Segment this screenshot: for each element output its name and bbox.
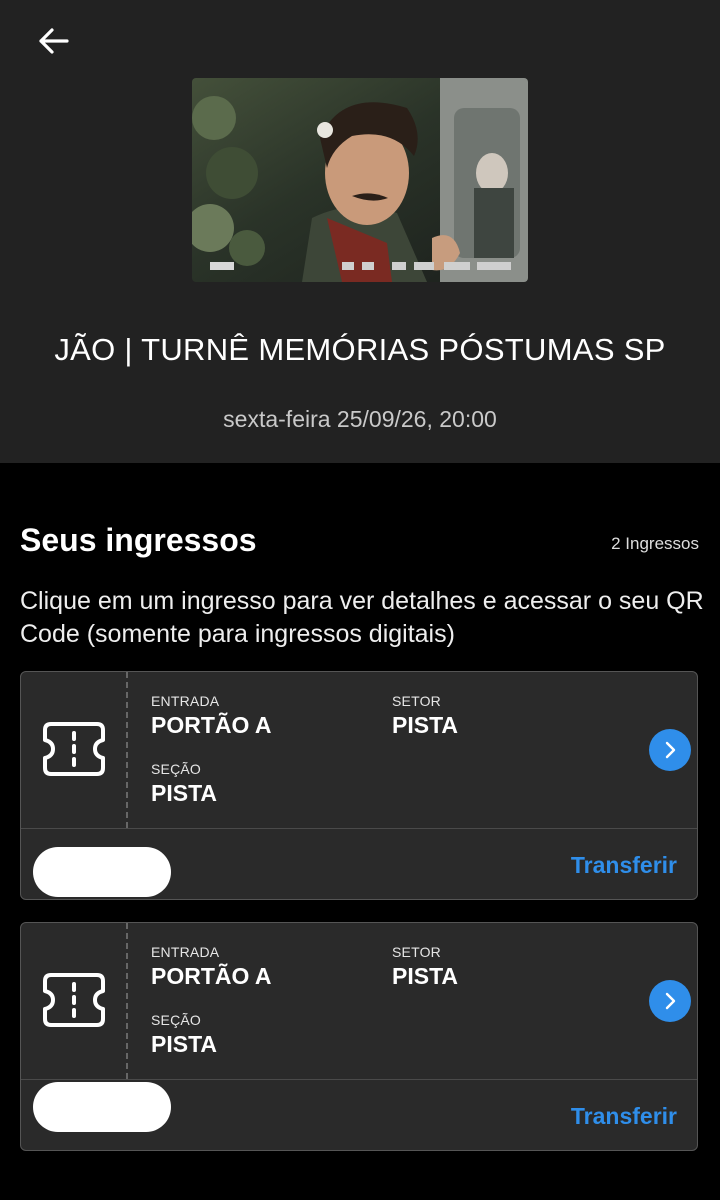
ticket-card[interactable]: ENTRADA PORTÃO A SETOR PISTA SEÇÃO PISTA…: [20, 922, 698, 1151]
ticket-icon: [43, 973, 105, 1027]
event-date: sexta-feira 25/09/26, 20:00: [223, 406, 497, 432]
ticket-card[interactable]: ENTRADA PORTÃO A SETOR PISTA SEÇÃO PISTA…: [20, 671, 698, 900]
ticket-stub-divider: [126, 672, 128, 828]
arrow-left-icon: [39, 28, 69, 54]
event-header: JÃO | TURNÊ MEMÓRIAS PÓSTUMAS SP sexta-f…: [0, 0, 720, 463]
ticket-footer: Transferir: [21, 828, 697, 901]
redacted-holder-name: [33, 1082, 171, 1132]
secao-value: PISTA: [151, 780, 218, 806]
ticket-details[interactable]: ENTRADA PORTÃO A SETOR PISTA SEÇÃO PISTA: [21, 672, 697, 828]
ticket-details[interactable]: ENTRADA PORTÃO A SETOR PISTA SEÇÃO PISTA: [21, 923, 697, 1079]
setor-label: SETOR: [392, 693, 441, 709]
ticket-icon: [43, 722, 105, 776]
ticket-stub-divider: [126, 923, 128, 1079]
chevron-right-icon: [665, 741, 676, 759]
transfer-button[interactable]: Transferir: [571, 1103, 677, 1130]
entrada-value: PORTÃO A: [151, 712, 272, 738]
setor-value: PISTA: [392, 712, 459, 738]
entrada-value: PORTÃO A: [151, 963, 272, 989]
setor-value: PISTA: [392, 963, 459, 989]
event-title: JÃO | TURNÊ MEMÓRIAS PÓSTUMAS SP: [54, 332, 666, 367]
event-poster-image: [192, 78, 528, 282]
setor-label: SETOR: [392, 944, 441, 960]
ticket-footer: Transferir: [21, 1079, 697, 1152]
transfer-button[interactable]: Transferir: [571, 852, 677, 879]
ticket-open-button[interactable]: [649, 729, 691, 771]
redacted-holder-name: [33, 847, 171, 897]
chevron-right-icon: [665, 992, 676, 1010]
ticket-open-button[interactable]: [649, 980, 691, 1022]
ticket-count: 2 Ingressos: [611, 534, 699, 553]
secao-value: PISTA: [151, 1031, 218, 1057]
entrada-label: ENTRADA: [151, 944, 220, 960]
secao-label: SEÇÃO: [151, 1012, 202, 1028]
entrada-label: ENTRADA: [151, 693, 220, 709]
section-title: Seus ingressos: [20, 522, 257, 558]
back-button[interactable]: [32, 22, 74, 60]
instructions-text: Clique em um ingresso para ver detalhes …: [20, 587, 704, 648]
secao-label: SEÇÃO: [151, 761, 202, 777]
